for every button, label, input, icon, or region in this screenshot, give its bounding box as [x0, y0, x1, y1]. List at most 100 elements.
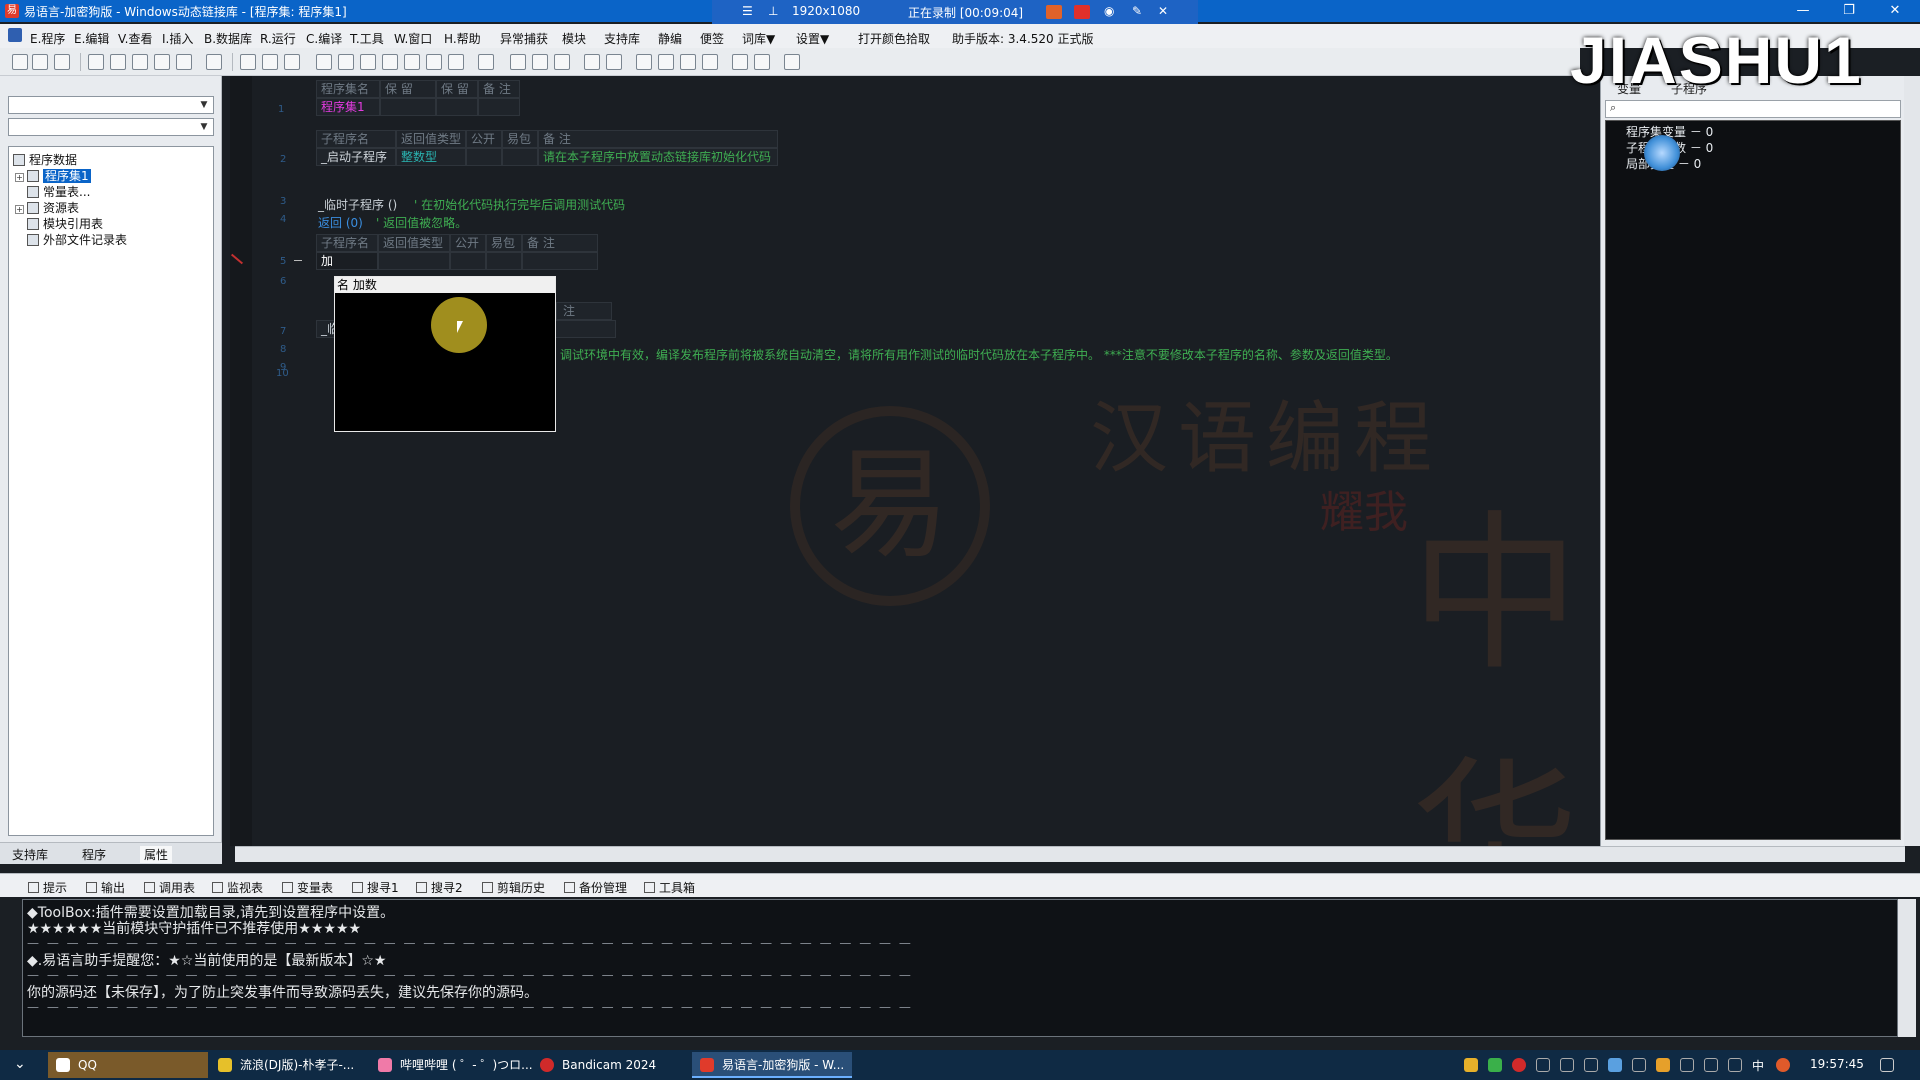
menu-compile[interactable]: C.编译 [306, 30, 342, 47]
bookmark-prev-icon[interactable] [658, 54, 674, 70]
speaker-icon[interactable] [754, 54, 770, 70]
notification-icon[interactable] [1880, 1058, 1894, 1072]
collapse-icon[interactable] [294, 260, 302, 261]
tab-properties[interactable]: 属性 [140, 846, 173, 863]
undo-icon[interactable] [176, 54, 192, 70]
sogou-icon[interactable] [1776, 1058, 1790, 1072]
debug-icon[interactable] [478, 54, 494, 70]
step-out-icon[interactable] [404, 54, 420, 70]
menu-edit[interactable]: E.编辑 [74, 30, 109, 47]
copy-icon[interactable] [110, 54, 126, 70]
close-button[interactable]: ✕ [1872, 0, 1918, 22]
tree-item-module-refs[interactable]: 模块引用表 [27, 215, 103, 232]
tab-clip-history[interactable]: 剪辑历史 [482, 879, 545, 896]
sub1-name-cell[interactable]: _启动子程序 [316, 148, 396, 166]
layout1-icon[interactable] [240, 54, 256, 70]
tray-tool-icon[interactable] [1584, 1058, 1598, 1072]
task-bilibili[interactable]: 哔哩哔哩 ( ゜- ゜)つロ... [370, 1052, 533, 1078]
tool-f-icon[interactable] [732, 54, 748, 70]
task-eyuyan[interactable]: 易语言-加密狗版 - W... [692, 1052, 852, 1078]
sub1-type-cell[interactable]: 整数型 [396, 148, 466, 166]
autocomplete-popup[interactable]: 名 加数 [334, 276, 556, 432]
sub1-note-cell[interactable]: 请在本子程序中放置动态链接库初始化代码 [538, 148, 778, 166]
menu-dictionary[interactable]: 词库▼ [742, 30, 775, 47]
paste-icon[interactable] [132, 54, 148, 70]
menu-tools[interactable]: T.工具 [350, 30, 384, 47]
start-icon[interactable]: ⌄ [14, 1056, 26, 1072]
task-music[interactable]: 流浪(DJ版)-朴孝子-... [210, 1052, 366, 1078]
tool-b-icon[interactable] [532, 54, 548, 70]
code-editor[interactable]: 汉语编程 耀我 中华 易 1 2 3 4 5 6 7 8 9 10 程序集名 保… [230, 76, 1600, 846]
tree-item-constants[interactable]: 常量表... [27, 183, 90, 200]
menu-database[interactable]: B.数据库 [204, 30, 252, 47]
editor-hscroll[interactable] [235, 846, 1905, 862]
tab-program[interactable]: 程序 [82, 846, 106, 863]
step-icon[interactable] [360, 54, 376, 70]
menu-run[interactable]: R.运行 [260, 30, 296, 47]
expand-icon[interactable]: + [15, 205, 24, 214]
minimize-button[interactable]: — [1780, 0, 1826, 22]
menu-exception[interactable]: 异常捕获 [500, 30, 548, 47]
tab-variables-table[interactable]: 变量表 [282, 879, 333, 896]
chevron-down-icon[interactable]: ▼ [197, 98, 211, 112]
event-combo[interactable]: ▼ [8, 118, 214, 136]
tree-item-external-files[interactable]: 外部文件记录表 [27, 231, 127, 248]
tray-shield-icon[interactable] [1656, 1058, 1670, 1072]
tool-c-icon[interactable] [554, 54, 570, 70]
expand-icon[interactable]: + [15, 173, 24, 182]
editor-vscroll[interactable] [1904, 76, 1920, 846]
code-temp-call[interactable]: _临时子程序 () [318, 196, 397, 213]
hand-icon[interactable] [448, 54, 464, 70]
tray-usb-icon[interactable] [1536, 1058, 1550, 1072]
tray-folder-icon[interactable] [1680, 1058, 1694, 1072]
pin-icon[interactable]: ⊥ [768, 4, 778, 18]
menu-static[interactable]: 静编 [658, 30, 682, 47]
sub2-name-input[interactable]: 加 [316, 252, 378, 270]
output-scrollbar[interactable] [1898, 899, 1916, 1037]
save-icon[interactable] [54, 54, 70, 70]
menu-insert[interactable]: I.插入 [162, 30, 193, 47]
menu-view[interactable]: V.查看 [118, 30, 152, 47]
bookmark-clear-icon[interactable] [702, 54, 718, 70]
redo-icon[interactable] [154, 54, 170, 70]
chevron-down-icon[interactable]: ▼ [197, 120, 211, 134]
stop-icon[interactable] [1074, 5, 1090, 19]
tab-output[interactable]: 输出 [86, 879, 125, 896]
tree-item-assembly[interactable]: + 程序集1 [15, 167, 91, 184]
tree-root[interactable]: 程序数据 [13, 151, 77, 168]
camera-icon[interactable]: ◉ [1104, 4, 1114, 18]
ime-indicator[interactable]: 中 [1752, 1057, 1764, 1074]
bookmark-icon[interactable] [636, 54, 652, 70]
task-qq[interactable]: QQ [48, 1052, 208, 1078]
var-search-input[interactable]: ⌕ [1605, 100, 1901, 118]
menu-color-picker[interactable]: 打开颜色拾取 [858, 30, 930, 47]
menu-settings[interactable]: 设置▼ [796, 30, 829, 47]
menu-support-lib[interactable]: 支持库 [604, 30, 640, 47]
tab-search2[interactable]: 搜寻2 [416, 879, 463, 896]
output-panel[interactable]: ◆ToolBox:插件需要设置加载目录,请先到设置程序中设置。 ★★★★★★当前… [22, 899, 1898, 1037]
pen-icon[interactable]: ✎ [1132, 4, 1142, 18]
tree-item-resources[interactable]: + 资源表 [15, 199, 79, 216]
layout3-icon[interactable] [284, 54, 300, 70]
object-combo[interactable]: ▼ [8, 96, 214, 114]
code-return[interactable]: 返回 (0) [318, 214, 363, 231]
menu-window[interactable]: W.窗口 [394, 30, 432, 47]
recorder-close-icon[interactable]: ✕ [1158, 4, 1168, 18]
tab-toolbox[interactable]: 工具箱 [644, 879, 695, 896]
layout2-icon[interactable] [262, 54, 278, 70]
bookmark-next-icon[interactable] [680, 54, 696, 70]
find-icon[interactable] [206, 54, 222, 70]
microphone-icon[interactable] [1704, 1058, 1718, 1072]
tool-d-icon[interactable] [584, 54, 600, 70]
tab-call-stack[interactable]: 调用表 [144, 879, 195, 896]
menu-icon[interactable]: ☰ [742, 4, 753, 18]
tray-security-icon[interactable] [1488, 1058, 1502, 1072]
tab-backup[interactable]: 备份管理 [564, 879, 627, 896]
menu-program[interactable]: E.程序 [30, 30, 65, 47]
tool-e-icon[interactable] [606, 54, 622, 70]
tool-a-icon[interactable] [510, 54, 526, 70]
tab-watch[interactable]: 监视表 [212, 879, 263, 896]
tab-search1[interactable]: 搜寻1 [352, 879, 399, 896]
pause-icon[interactable] [1046, 5, 1062, 19]
stop-run-icon[interactable] [338, 54, 354, 70]
